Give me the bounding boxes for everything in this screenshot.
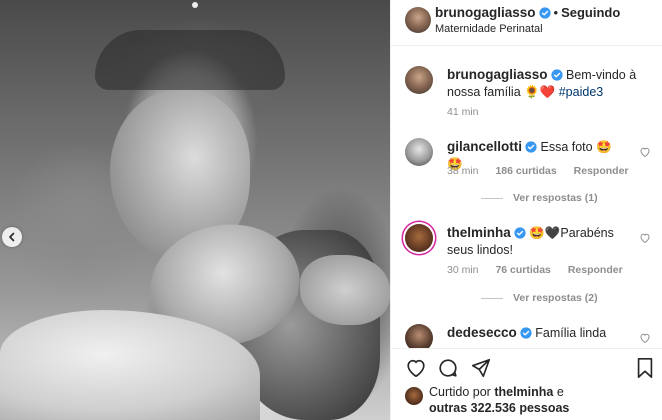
comment-username[interactable]: dedesecco (447, 325, 517, 340)
hashtag-link[interactable]: #paide3 (559, 85, 604, 99)
reply-button[interactable]: Responder (568, 264, 623, 276)
heart-icon[interactable] (639, 332, 651, 344)
comment-likes[interactable]: 76 curtidas (495, 264, 550, 276)
view-replies-button[interactable]: Ver respostas (1) (481, 192, 598, 204)
verified-badge-icon (538, 7, 551, 19)
comment-timestamp: 30 min (447, 264, 479, 276)
post-photo[interactable] (0, 0, 390, 420)
verified-badge-icon (550, 69, 563, 81)
likes-prefix: Curtido por (429, 385, 491, 399)
comment-username[interactable]: thelminha (447, 225, 511, 240)
caption-username[interactable]: brunogagliasso (447, 67, 548, 82)
liker-username[interactable]: thelminha (494, 385, 553, 399)
share-icon[interactable] (470, 357, 492, 379)
caption-text: brunogagliasso Bem-vindo à nossa família… (447, 66, 647, 101)
comment-timestamp: 38 min (447, 165, 479, 177)
verified-badge-icon (514, 227, 526, 239)
likes-text: Curtido por thelminha e outras 322.536 p… (429, 384, 569, 416)
post-header: brunogagliasso • Seguindo Maternidade Peri… (391, 0, 662, 46)
comment-username[interactable]: gilancellotti (447, 139, 522, 154)
post-side-panel: brunogagliasso • Seguindo Maternidade Peri… (390, 0, 662, 420)
caption-timestamp: 41 min (447, 106, 479, 118)
comment-body: Família linda (535, 326, 607, 340)
bookmark-icon[interactable] (635, 357, 655, 379)
reply-button[interactable]: Responder (574, 165, 629, 177)
following-button[interactable]: Seguindo (561, 5, 620, 20)
view-replies-button[interactable]: Ver respostas (2) (481, 292, 598, 304)
carousel-prev-button[interactable] (2, 227, 22, 247)
post-location[interactable]: Maternidade Perinatal (435, 23, 543, 35)
liker-avatar[interactable] (405, 387, 423, 405)
header-separator: • (553, 5, 559, 20)
chevron-left-icon (9, 232, 15, 242)
comment-meta: 30 min 76 curtidas Responder (447, 264, 637, 276)
commenter-avatar[interactable] (405, 138, 433, 166)
heart-icon[interactable] (405, 357, 427, 379)
caption-avatar[interactable] (405, 66, 433, 94)
heart-icon[interactable] (639, 146, 651, 158)
likes-others[interactable]: outras 322.536 pessoas (429, 401, 569, 415)
comment-item: dedesecco Família linda (391, 322, 662, 348)
commenter-avatar[interactable] (405, 324, 433, 348)
likes-connector: e (556, 385, 564, 399)
photo-headband (95, 30, 285, 90)
header-author-line: brunogagliasso • Seguindo (435, 5, 620, 20)
comment-text: dedesecco Família linda (447, 324, 627, 342)
comment-likes[interactable]: 186 curtidas (495, 165, 556, 177)
heart-icon[interactable] (639, 232, 651, 244)
author-username[interactable]: brunogagliasso (435, 5, 536, 20)
caption-time: 41 min (447, 106, 493, 118)
carousel-indicator (192, 2, 198, 8)
photo-hand (300, 255, 390, 325)
commenter-avatar[interactable] (405, 224, 433, 252)
comment-meta: 38 min 186 curtidas Responder (447, 165, 643, 177)
action-bar (391, 348, 662, 388)
verified-badge-icon (525, 141, 537, 153)
verified-badge-icon (520, 327, 532, 339)
author-avatar[interactable] (405, 7, 431, 33)
likes-summary: Curtido por thelminha e outras 322.536 p… (391, 384, 662, 420)
comment-icon[interactable] (437, 357, 459, 379)
comment-text: thelminha 🤩🖤Parabéns seus lindos! (447, 224, 627, 259)
